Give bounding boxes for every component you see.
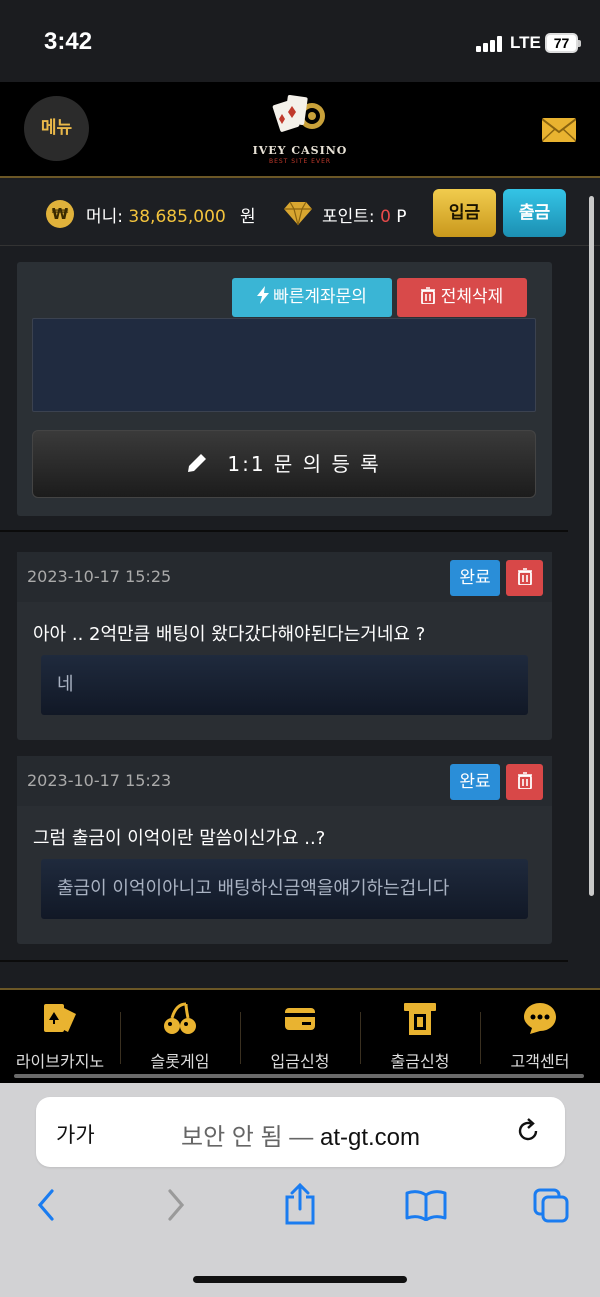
delete-all-button[interactable]: 전체삭제 [397,278,527,317]
bottom-navigation: 라이브카지노 슬롯게임 입금신청 출금신청 고객센터 [0,988,600,1083]
card-icon [44,1004,76,1032]
status-complete-button[interactable]: 완료 [450,764,500,800]
post-header: 2023-10-17 15:25 완료 [17,552,552,602]
delete-all-label: 전체삭제 [440,287,504,307]
inquiry-post: 2023-10-17 15:23 완료 그럼 출금이 이억이란 말씀이신가요 .… [17,756,552,944]
point-label: 포인트: [322,207,375,227]
money-value: 38,685,000 [128,207,226,227]
nav-label: 라이브카지노 [15,1052,105,1071]
quick-account-inquiry-button[interactable]: 빠른계좌문의 [232,278,392,317]
inquiry-textarea[interactable] [32,318,536,412]
horizontal-scrollbar[interactable] [14,1074,584,1078]
deposit-button[interactable]: 입금 [433,189,496,237]
lightning-icon [257,286,270,304]
home-indicator[interactable] [193,1276,407,1283]
signal-icon [476,36,504,52]
status-bar: 3:42 LTE 77 [0,0,600,82]
pencil-icon [188,453,207,472]
reload-icon[interactable] [514,1117,542,1145]
cherry-icon [164,1002,196,1034]
section-divider [0,960,568,962]
browser-toolbar: 가가 보안 안 됨 — at-gt.com [0,1083,600,1297]
delete-post-button[interactable] [506,560,543,596]
inquiry-post: 2023-10-17 15:25 완료 아아 .. 2억만큼 배팅이 왔다갔다해… [17,552,552,740]
section-divider [0,530,568,532]
tabs-icon[interactable] [532,1187,570,1223]
quick-account-label: 빠른계좌문의 [273,287,367,307]
url-text: at-gt.com [319,1124,421,1151]
address-bar[interactable]: 가가 보안 안 됨 — at-gt.com [36,1097,565,1167]
trash-icon [517,568,532,586]
nav-label: 출금신청 [390,1052,450,1071]
register-inquiry-label: 1:1 문 의 등 록 [227,452,381,476]
back-icon[interactable] [34,1187,58,1223]
bookmarks-icon[interactable] [405,1189,447,1221]
status-time: 3:42 [44,28,93,55]
money-label: 머니: [86,207,124,227]
post-date: 2023-10-17 15:23 [27,771,172,790]
money-unit: 원 [240,207,256,227]
post-answer: 네 [41,655,528,715]
register-inquiry-button[interactable]: 1:1 문 의 등 록 [32,430,536,498]
coin-icon: ₩ [46,200,74,228]
post-question: 그럼 출금이 이억이란 말씀이신가요 ..? [33,828,326,849]
post-answer: 출금이 이억이아니고 배팅하신금액을얘기하는겁니다 [41,859,528,919]
site-header: 메뉴 IVEY CASINO BEST SITE EVER [0,82,600,178]
logo-cards-icon [272,95,325,132]
mail-icon[interactable] [542,118,576,142]
status-complete-button[interactable]: 완료 [450,560,500,596]
nav-label: 입금신청 [270,1052,330,1071]
point-display: 포인트: 0 P [322,202,407,227]
nav-item-withdraw-request[interactable]: 출금신청 [360,990,480,1078]
money-display: 머니: 38,685,000 [86,202,226,227]
forward-icon[interactable] [164,1187,188,1223]
url-display[interactable]: 보안 안 됨 — at-gt.com [36,1117,565,1152]
nav-label: 고객센터 [510,1052,570,1071]
page-scrollbar[interactable] [589,196,594,896]
nav-item-deposit-request[interactable]: 입금신청 [240,990,360,1078]
nav-item-slot-games[interactable]: 슬롯게임 [120,990,240,1078]
nav-item-customer-center[interactable]: 고객센터 [480,990,600,1078]
atm-icon [404,1003,436,1035]
trash-icon [517,772,532,790]
post-date: 2023-10-17 15:25 [27,567,172,586]
post-header: 2023-10-17 15:23 완료 [17,756,552,806]
battery-icon: 77 [545,33,581,53]
insecure-label: 보안 안 됨 — [180,1124,314,1151]
share-icon[interactable] [283,1183,317,1225]
credit-card-icon [285,1008,315,1030]
trash-icon [420,287,435,305]
point-value: 0 [380,207,391,227]
withdraw-button[interactable]: 출금 [503,189,566,237]
nav-label: 슬롯게임 [150,1052,210,1071]
delete-post-button[interactable] [506,764,543,800]
chat-bubble-icon [524,1003,556,1034]
nav-item-live-casino[interactable]: 라이브카지노 [0,990,120,1078]
network-label: LTE [510,33,541,52]
logo-tagline: BEST SITE EVER [268,158,332,165]
site-logo[interactable]: IVEY CASINO BEST SITE EVER [248,90,352,170]
point-unit: P [396,207,407,227]
diamond-icon [284,201,312,226]
post-question: 아아 .. 2억만큼 배팅이 왔다갔다해야된다는거네요 ? [33,624,426,645]
menu-button[interactable]: 메뉴 [24,96,89,161]
logo-text: IVEY CASINO [252,144,348,157]
